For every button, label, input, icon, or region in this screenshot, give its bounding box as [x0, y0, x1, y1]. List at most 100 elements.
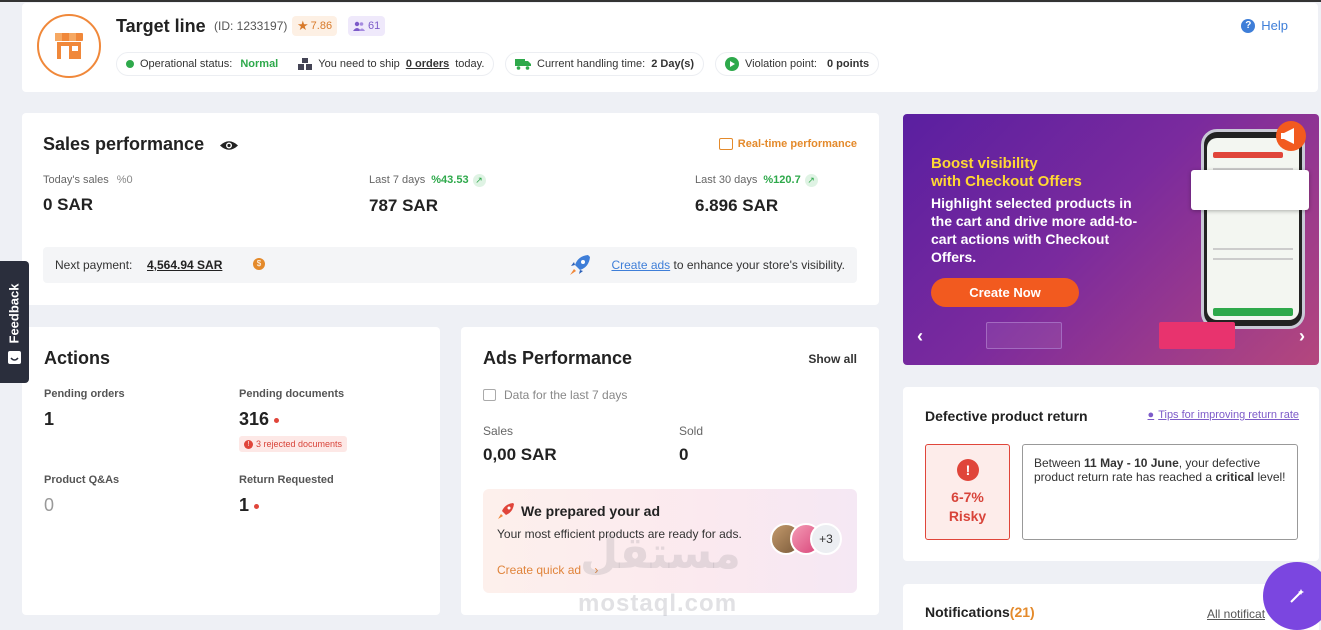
calendar-icon [483, 389, 496, 401]
next-payment-label: Next payment: [55, 258, 133, 272]
ship-orders-link[interactable]: 0 orders [406, 58, 449, 70]
trend-up-icon: ↗ [804, 174, 818, 187]
handling-value: 2 Day(s) [651, 58, 695, 70]
top-border [0, 0, 1321, 2]
promo-title: We prepared your ad [521, 503, 661, 519]
actions-card: Actions Pending orders 1 Pending documen… [22, 327, 440, 615]
followers-count: 61 [368, 20, 381, 32]
banner-headline-line-2: with Checkout Offers [931, 173, 1082, 190]
phone-illustration [1201, 129, 1305, 329]
ads-sales-value: 0,00 SAR [483, 445, 557, 464]
rocket-icon [570, 255, 590, 275]
play-circle-icon [725, 57, 739, 71]
exclamation-icon: ! [244, 439, 253, 449]
tips-link[interactable]: ● Tips for improving return rate [1148, 409, 1299, 421]
qa-label: Product Q&As [44, 474, 120, 486]
ads-sales-label: Sales [483, 424, 514, 438]
defect-msg-prefix: Between [1034, 456, 1081, 470]
violation-pill: Violation point: 0 points [715, 52, 880, 76]
risk-percentage: 6-7% [951, 489, 984, 505]
sales-title: Sales performance [43, 134, 205, 154]
rejected-documents-badge[interactable]: ! 3 rejected documents [239, 436, 348, 452]
defect-message: Between 11 May - 10 June, your defective… [1022, 444, 1298, 540]
pending-orders-value[interactable]: 1 [44, 409, 54, 430]
info-icon[interactable]: $ [253, 258, 265, 270]
store-name: Target line [116, 16, 206, 36]
return-requested-entry[interactable]: 1 [239, 495, 260, 516]
watermark-arabic: مستقل [580, 529, 741, 578]
megaphone-icon [1276, 121, 1306, 151]
return-requested-value: 1 [239, 495, 250, 515]
alert-dot-icon [254, 503, 260, 509]
promo-cta-label: Create quick ad [497, 563, 582, 577]
data-note-text: Data for the last 7 days [504, 388, 628, 402]
defect-msg-level: critical [1215, 470, 1255, 484]
pending-orders-label: Pending orders [44, 388, 125, 400]
banner-headline: Boost visibility with Checkout Offers [931, 155, 1082, 191]
store-logo [37, 14, 101, 78]
offer-card-illustration [1191, 170, 1309, 210]
week-sales-label: Last 7 days %43.53 ↗ [369, 174, 486, 187]
more-products-count: +3 [810, 523, 842, 555]
actions-title: Actions [44, 348, 111, 368]
today-sales-label: Today's sales %0 [43, 174, 133, 186]
rating-badge[interactable]: ★ 7.86 [292, 16, 338, 36]
carousel-thumb[interactable] [986, 322, 1062, 349]
help-icon: ? [1241, 18, 1256, 33]
phone-screen [1207, 138, 1299, 320]
carousel-next-arrow[interactable]: › [1299, 326, 1305, 347]
defect-msg-dates: 11 May - 10 June [1084, 456, 1179, 470]
create-ads-link[interactable]: Create ads [611, 258, 670, 272]
week-sales-value: 787 SAR [369, 196, 438, 215]
handling-label: Current handling time: [537, 58, 646, 70]
realtime-label: Real-time performance [737, 138, 857, 150]
create-ads-suffix: to enhance your store's visibility. [673, 258, 845, 272]
rating-value: 7.86 [310, 20, 333, 32]
show-all-link[interactable]: Show all [808, 352, 857, 366]
pending-documents-value: 316 [239, 409, 270, 429]
month-sales-label: Last 30 days %120.7 ↗ [695, 174, 818, 187]
status-dot-icon [126, 60, 134, 68]
pending-documents-label: Pending documents [239, 388, 345, 400]
carousel-prev-arrow[interactable]: ‹ [917, 326, 923, 347]
store-header: Target line (ID: 1233197) ★ 7.86 61 ? He… [22, 3, 1318, 92]
tips-label: Tips for improving return rate [1158, 409, 1299, 421]
create-now-button[interactable]: Create Now [931, 278, 1079, 307]
defective-return-card: Defective product return ● Tips for impr… [903, 387, 1319, 561]
next-payment-bar: Next payment: 4,564.94 SAR $ Create ads … [43, 247, 857, 283]
rocket-icon [498, 503, 514, 519]
followers-badge[interactable]: 61 [348, 16, 386, 36]
week-pct: %43.53 [431, 174, 469, 186]
sales-performance-card: Sales performance Real-time performance … [22, 113, 879, 305]
feedback-label: Feedback [6, 283, 22, 344]
realtime-performance-link[interactable]: Real-time performance [718, 138, 857, 150]
help-link[interactable]: ? Help [1241, 18, 1288, 33]
violation-label: Violation point: [745, 58, 817, 70]
status-value: Normal [240, 58, 279, 70]
eye-icon[interactable] [219, 139, 239, 152]
star-icon: ★ [297, 18, 309, 33]
notifications-card: Notifications(21) All notificat [903, 584, 1319, 630]
pending-documents-entry[interactable]: 316 [239, 409, 280, 430]
next-payment-value[interactable]: 4,564.94 SAR [147, 258, 222, 272]
help-label: Help [1261, 18, 1288, 33]
create-ads-note: Create ads to enhance your store's visib… [611, 258, 845, 272]
defect-msg-suffix: level! [1257, 470, 1286, 484]
checkout-offers-banner[interactable]: Boost visibility with Checkout Offers Hi… [903, 114, 1319, 365]
all-notifications-link[interactable]: All notificat [1207, 607, 1265, 621]
store-id: (ID: 1233197) [214, 19, 288, 33]
magic-wand-icon [1290, 589, 1304, 603]
ship-suffix: today. [455, 58, 485, 70]
month-label-text: Last 30 days [695, 174, 758, 186]
realtime-chart-icon [718, 138, 733, 150]
truck-icon [515, 59, 531, 70]
today-pct: %0 [116, 174, 133, 186]
lightbulb-icon: ● [1147, 409, 1155, 421]
month-sales-value: 6.896 SAR [695, 196, 779, 215]
notifications-count: (21) [1009, 604, 1035, 620]
carousel-thumb-active[interactable] [1159, 322, 1235, 349]
risk-level: Risky [948, 508, 987, 524]
qa-value[interactable]: 0 [44, 495, 54, 516]
risk-indicator: ! 6-7% Risky [925, 444, 1010, 540]
feedback-tab[interactable]: Feedback [0, 261, 29, 383]
